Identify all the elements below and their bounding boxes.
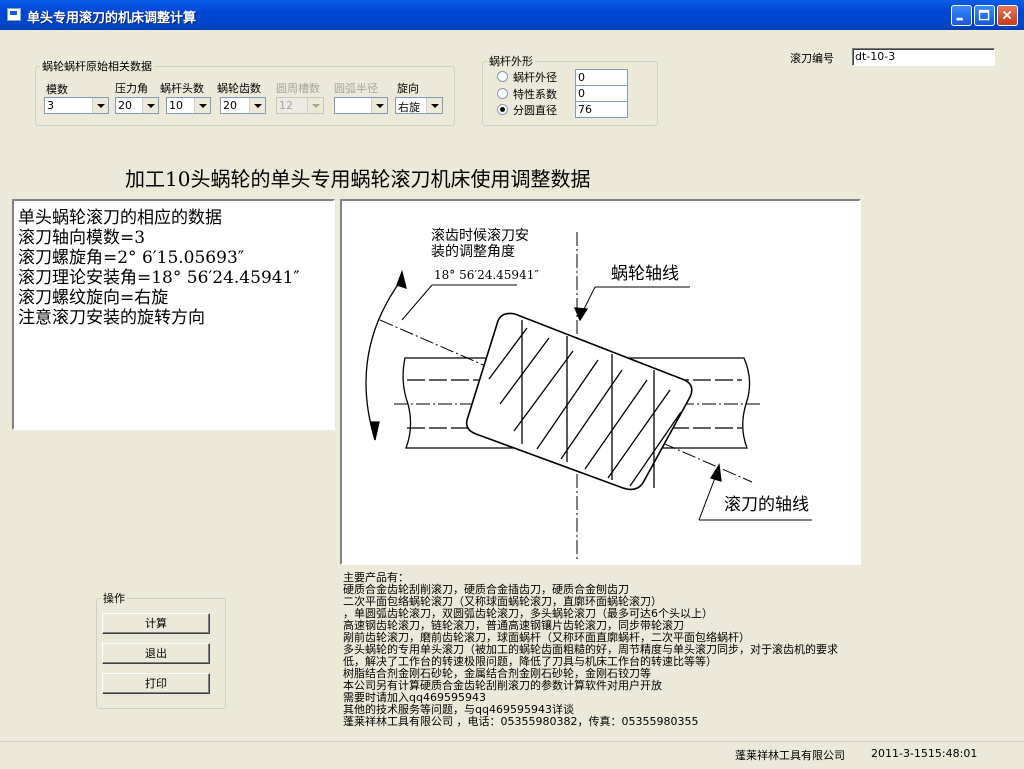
slot-count-select: 12 bbox=[276, 97, 324, 114]
status-company: 蓬莱祥林工具有限公司 bbox=[735, 749, 845, 762]
print-button[interactable]: 打印 bbox=[102, 673, 210, 694]
outer-diameter-input[interactable]: 0 bbox=[575, 69, 628, 86]
hob-id-label: 滚刀编号 bbox=[790, 52, 834, 65]
close-icon bbox=[1002, 10, 1012, 20]
results-panel: 单头蜗轮滚刀的相应的数据 滚刀轴向模数=3 滚刀螺旋角=2° 6′15.0569… bbox=[12, 199, 335, 430]
maximize-button[interactable] bbox=[974, 5, 995, 26]
worm-starts-select[interactable]: 10 bbox=[166, 97, 211, 114]
close-button[interactable] bbox=[997, 5, 1018, 26]
result-heading: 加工10头蜗轮的单头专用蜗轮滚刀机床使用调整数据 bbox=[125, 167, 591, 191]
outer-diameter-label: 蜗杆外径 bbox=[513, 71, 557, 84]
maximize-icon bbox=[978, 9, 990, 21]
pressure-angle-label: 压力角 bbox=[115, 82, 148, 95]
chevron-down-icon bbox=[371, 98, 387, 113]
characteristic-coef-input[interactable]: 0 bbox=[575, 85, 628, 102]
module-label: 模数 bbox=[46, 83, 68, 96]
hand-select[interactable]: 右旋 bbox=[395, 97, 443, 114]
worm-gear-axis-label: 蜗轮轴线 bbox=[611, 264, 679, 284]
worm-starts-label: 蜗杆头数 bbox=[160, 82, 204, 95]
status-bar: 蓬莱祥林工具有限公司 2011-3-1515:48:01 bbox=[0, 741, 1024, 769]
arc-radius-select[interactable] bbox=[334, 97, 388, 114]
pitch-diameter-input[interactable]: 76 bbox=[575, 101, 628, 118]
operations-legend: 操作 bbox=[103, 592, 125, 605]
status-datetime: 2011-3-1515:48:01 bbox=[871, 747, 978, 760]
minimize-icon bbox=[956, 17, 963, 21]
chevron-down-icon bbox=[194, 98, 210, 113]
characteristic-coef-label: 特性系数 bbox=[513, 88, 557, 101]
diagram-panel: 滚齿时候滚刀安 装的调整角度 18° 56′24.45941″ 蜗轮轴线 滚刀的… bbox=[340, 199, 861, 565]
params-legend: 蜗轮蜗杆原始相关数据 bbox=[42, 60, 152, 73]
chevron-down-icon bbox=[92, 98, 108, 113]
pitch-diameter-label: 分圆直径 bbox=[513, 104, 557, 117]
minimize-button[interactable] bbox=[951, 5, 972, 26]
gear-teeth-label: 蜗轮齿数 bbox=[217, 82, 261, 95]
exit-button[interactable]: 退出 bbox=[102, 643, 210, 664]
slot-count-label: 圆周槽数 bbox=[276, 82, 320, 95]
hob-setup-diagram: 滚齿时候滚刀安 装的调整角度 18° 56′24.45941″ 蜗轮轴线 滚刀的… bbox=[365, 227, 812, 562]
pressure-angle-select[interactable]: 20 bbox=[115, 97, 159, 114]
window-title: 单头专用滚刀的机床调整计算 bbox=[27, 11, 197, 26]
calculate-button[interactable]: 计算 bbox=[102, 613, 210, 634]
result-line: 注意滚刀安装的旋转方向 bbox=[18, 308, 205, 328]
app-icon bbox=[7, 8, 21, 21]
worm-shape-group: 蜗杆外形 bbox=[482, 53, 658, 126]
worm-shape-legend: 蜗杆外形 bbox=[489, 55, 533, 68]
hob-axis-label: 滚刀的轴线 bbox=[724, 495, 809, 515]
chevron-down-icon bbox=[249, 98, 265, 113]
info-line: 蓬莱祥林工具有限公司 ，电话：05355980382，传真：0535598035… bbox=[343, 715, 699, 728]
module-select[interactable]: 3 bbox=[44, 97, 109, 114]
chevron-down-icon bbox=[142, 98, 158, 113]
install-angle-value: 18° 56′24.45941″ bbox=[434, 268, 539, 282]
title-bar: 单头专用滚刀的机床调整计算 bbox=[0, 0, 1024, 30]
hob-id-input[interactable]: dt-10-3 bbox=[852, 48, 995, 66]
characteristic-coef-radio[interactable] bbox=[497, 88, 508, 99]
install-angle-caption: 滚齿时候滚刀安 bbox=[431, 227, 529, 244]
gear-teeth-select[interactable]: 20 bbox=[220, 97, 266, 114]
chevron-down-icon bbox=[426, 98, 442, 113]
arc-radius-label: 圆弧半径 bbox=[334, 82, 378, 95]
hand-label: 旋向 bbox=[397, 82, 419, 95]
install-angle-caption: 装的调整角度 bbox=[431, 244, 515, 260]
chevron-down-icon bbox=[307, 98, 323, 113]
pitch-diameter-radio[interactable] bbox=[497, 104, 508, 115]
outer-diameter-radio[interactable] bbox=[497, 71, 508, 82]
